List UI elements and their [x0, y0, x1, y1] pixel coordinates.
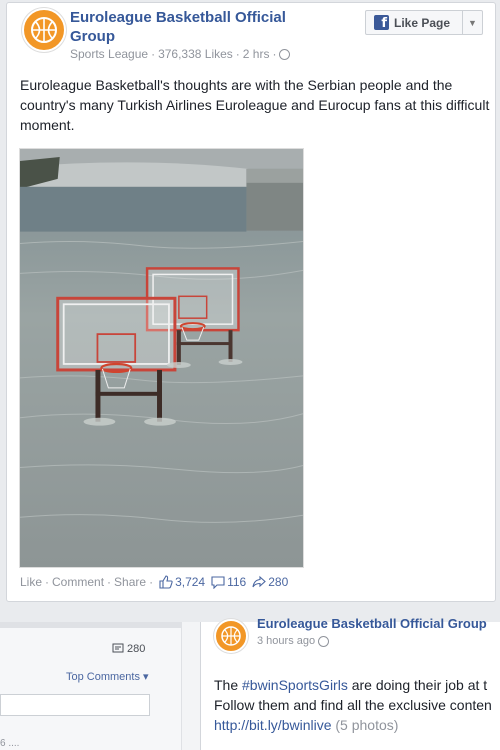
like-page-button[interactable]: f Like Page ▼ [365, 10, 483, 35]
share-icon [252, 575, 267, 588]
page-likes[interactable]: 376,338 Likes [158, 47, 233, 61]
likes-count[interactable]: 3,724 [159, 575, 205, 589]
comments-count[interactable]: 116 [211, 575, 246, 589]
post-card: Euroleague Basketball Official Group Spo… [6, 2, 496, 602]
comment-icon [112, 643, 124, 653]
page-category[interactable]: Sports League [70, 47, 148, 61]
background-divider [0, 622, 182, 628]
facebook-icon: f [374, 15, 389, 30]
thumbs-up-icon [159, 575, 173, 589]
next-post-line-2: Follow them and find all the exclusive c… [214, 697, 492, 713]
post-text: Euroleague Basketball's thoughts are wit… [20, 77, 490, 133]
background-comment-count[interactable]: 280 [112, 643, 145, 655]
hashtag-link[interactable]: #bwinSportsGirls [242, 677, 348, 693]
comment-link[interactable]: Comment [52, 575, 104, 589]
comment-icon [211, 576, 225, 589]
post-time[interactable]: 2 hrs [243, 47, 270, 61]
comment-count-value: 280 [127, 643, 146, 655]
bwin-link[interactable]: http://bit.ly/bwinlive [214, 717, 332, 733]
photos-count[interactable]: (5 photos) [335, 717, 398, 733]
next-post-line-1: The #bwinSportsGirls are doing their job… [214, 677, 488, 693]
globe-icon [279, 48, 291, 60]
post-meta: Sports League · 376,338 Likes · 2 hrs · [70, 47, 291, 61]
page-avatar[interactable] [22, 8, 66, 52]
next-post-avatar[interactable] [214, 619, 248, 653]
next-post-time[interactable]: 3 hours ago [257, 635, 315, 647]
shares-count[interactable]: 280 [252, 575, 288, 589]
like-link[interactable]: Like [20, 575, 42, 589]
next-post-meta: 3 hours ago [257, 635, 330, 647]
background-small-text: 6 .... [0, 738, 20, 749]
euroleague-logo-icon [25, 11, 63, 49]
post-photo[interactable] [19, 148, 304, 568]
top-comments-dropdown[interactable]: Top Comments ▾ [66, 670, 149, 683]
page-name-link[interactable]: Euroleague Basketball Official Group [70, 8, 320, 46]
flooded-basketball-court-photo [20, 149, 303, 567]
post-actions: Like · Comment · Share · 3,724 116 280 [20, 575, 289, 589]
globe-icon [318, 635, 330, 647]
comment-input[interactable] [0, 694, 150, 716]
euroleague-logo-icon [216, 621, 246, 651]
next-post-line-3: http://bit.ly/bwinlive (5 photos) [214, 715, 500, 735]
background-left-column [0, 622, 182, 750]
next-post-text: The #bwinSportsGirls are doing their job… [214, 675, 500, 735]
like-page-label: Like Page [394, 15, 451, 30]
chevron-down-icon[interactable]: ▼ [462, 11, 482, 34]
next-post-page-name[interactable]: Euroleague Basketball Official Group [257, 616, 487, 631]
share-link[interactable]: Share [114, 575, 146, 589]
